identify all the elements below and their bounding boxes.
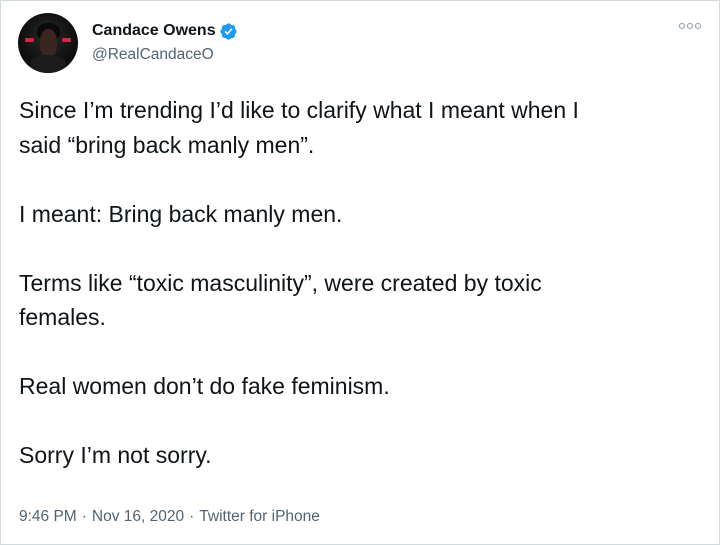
tweet-metadata: 9:46 PM · Nov 16, 2020 · Twitter for iPh… xyxy=(19,506,320,528)
more-dot xyxy=(695,23,701,29)
more-dot xyxy=(679,23,685,29)
avatar-accent-left xyxy=(25,38,34,42)
tweet-paragraph: Real women don’t do fake feminism. xyxy=(19,373,390,399)
avatar[interactable] xyxy=(18,13,78,73)
avatar-accent-right xyxy=(62,38,71,42)
tweet-source-link[interactable]: Twitter for iPhone xyxy=(199,506,320,528)
tweet-time-link[interactable]: 9:46 PM xyxy=(19,506,77,528)
author-name-row[interactable]: Candace Owens xyxy=(92,21,238,41)
tweet-text: Since I’m trending I’d like to clarify w… xyxy=(19,93,709,473)
tweet-paragraph: I meant: Bring back manly men. xyxy=(19,200,343,227)
tweet-paragraph: Terms like “toxic masculinity”, were cre… xyxy=(19,269,542,331)
author-handle[interactable]: @RealCandaceO xyxy=(92,45,214,65)
author-display-name[interactable]: Candace Owens xyxy=(92,21,216,41)
tweet-paragraph: Sorry I’m not sorry. xyxy=(19,442,212,468)
metadata-separator: · xyxy=(189,508,195,525)
tweet-card: Candace Owens @RealCandaceO Since I’m tr… xyxy=(0,0,720,545)
verified-badge-icon xyxy=(219,22,237,40)
tweet-paragraph: Since I’m trending I’d like to clarify w… xyxy=(19,97,579,158)
more-options-icon[interactable] xyxy=(679,23,701,29)
tweet-date-link[interactable]: Nov 16, 2020 xyxy=(92,506,184,528)
avatar-face xyxy=(40,29,57,57)
metadata-separator: · xyxy=(81,508,87,525)
more-dot xyxy=(687,23,693,29)
avatar-body xyxy=(30,55,66,73)
